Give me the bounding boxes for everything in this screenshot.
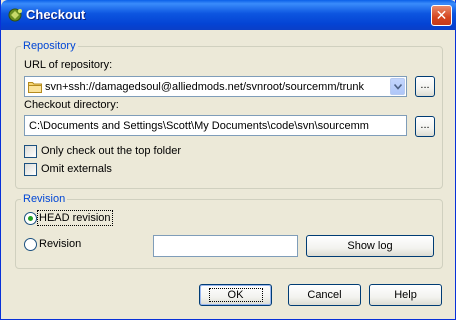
close-button[interactable]: ✕ [431, 5, 452, 26]
window-title: Checkout [26, 7, 86, 22]
help-button[interactable]: Help [369, 284, 442, 306]
revision-label[interactable]: Revision [39, 238, 81, 250]
url-browse-button[interactable]: ... [415, 76, 435, 97]
checkout-dir-field[interactable]: C:\Documents and Settings\Scott\My Docum… [24, 115, 407, 136]
checkout-dir-label: Checkout directory: [24, 99, 119, 111]
revision-group-label: Revision [21, 193, 68, 205]
close-icon: ✕ [435, 7, 448, 23]
revision-group [15, 199, 443, 269]
show-log-button[interactable]: Show log [306, 235, 434, 257]
url-label: URL of repository: [24, 59, 113, 71]
revision-radio[interactable] [24, 238, 37, 251]
only-top-folder-checkbox[interactable] [24, 145, 37, 158]
cancel-button[interactable]: Cancel [288, 284, 361, 306]
head-revision-radio[interactable] [24, 212, 37, 225]
url-value: svn+ssh://damagedsoul@alliedmods.net/svn… [45, 81, 365, 93]
radio-selected-dot [28, 216, 33, 221]
folder-icon [28, 82, 42, 93]
ok-button[interactable]: OK [199, 284, 272, 306]
head-revision-label[interactable]: HEAD revision [37, 210, 113, 226]
omit-externals-label[interactable]: Omit externals [41, 163, 112, 175]
tortoisesvn-icon [8, 8, 22, 22]
checkout-dialog: Checkout ✕ Repository URL of repository:… [0, 0, 456, 320]
chevron-down-icon [394, 84, 402, 90]
revision-number-field[interactable] [153, 235, 298, 257]
omit-externals-checkbox[interactable] [24, 163, 37, 176]
repository-group-label: Repository [21, 40, 78, 52]
url-combobox[interactable]: svn+ssh://damagedsoul@alliedmods.net/svn… [24, 76, 407, 97]
url-dropdown-button[interactable] [390, 78, 405, 95]
only-top-folder-label[interactable]: Only check out the top folder [41, 145, 181, 157]
title-bar[interactable]: Checkout ✕ [1, 0, 456, 30]
checkout-dir-value: C:\Documents and Settings\Scott\My Docum… [29, 120, 369, 132]
checkout-dir-browse-button[interactable]: ... [415, 116, 435, 137]
